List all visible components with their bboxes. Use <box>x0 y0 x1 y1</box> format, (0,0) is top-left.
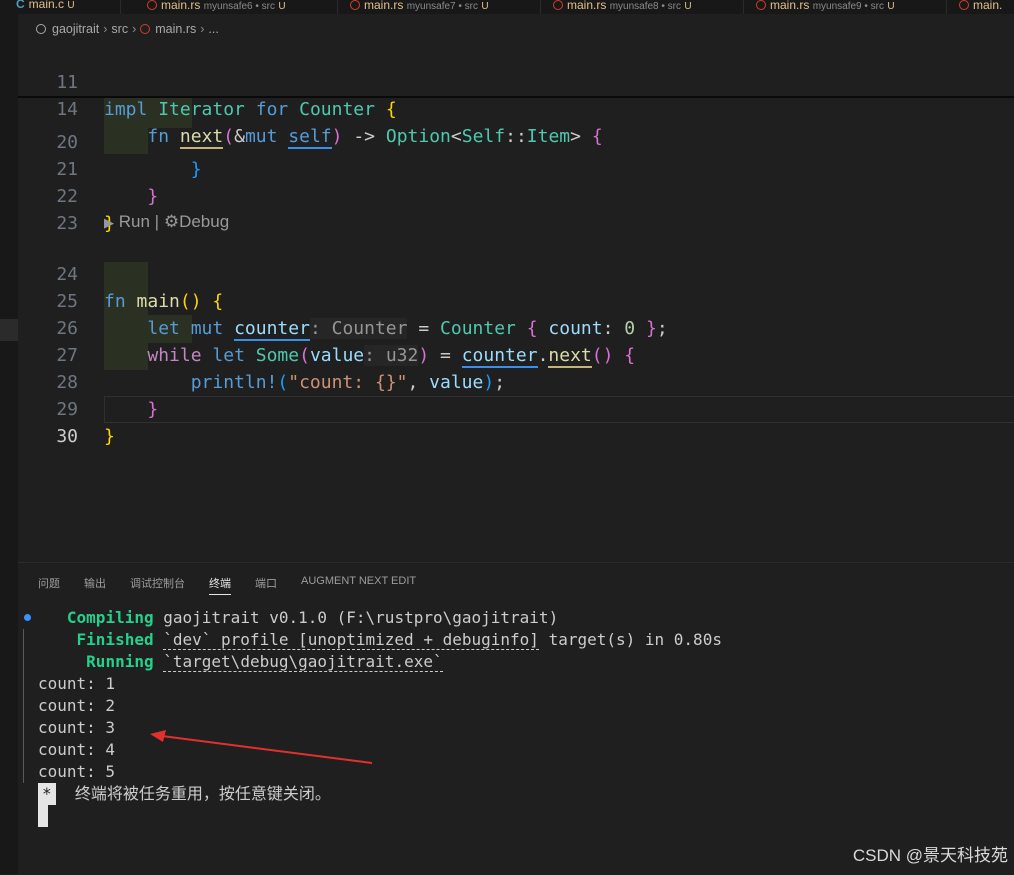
watermark: CSDN @景天科技苑 <box>852 846 1008 865</box>
annotation-arrow <box>150 730 373 764</box>
annotation-arrow-line <box>161 735 373 764</box>
annotation-arrow-head <box>150 730 166 742</box>
